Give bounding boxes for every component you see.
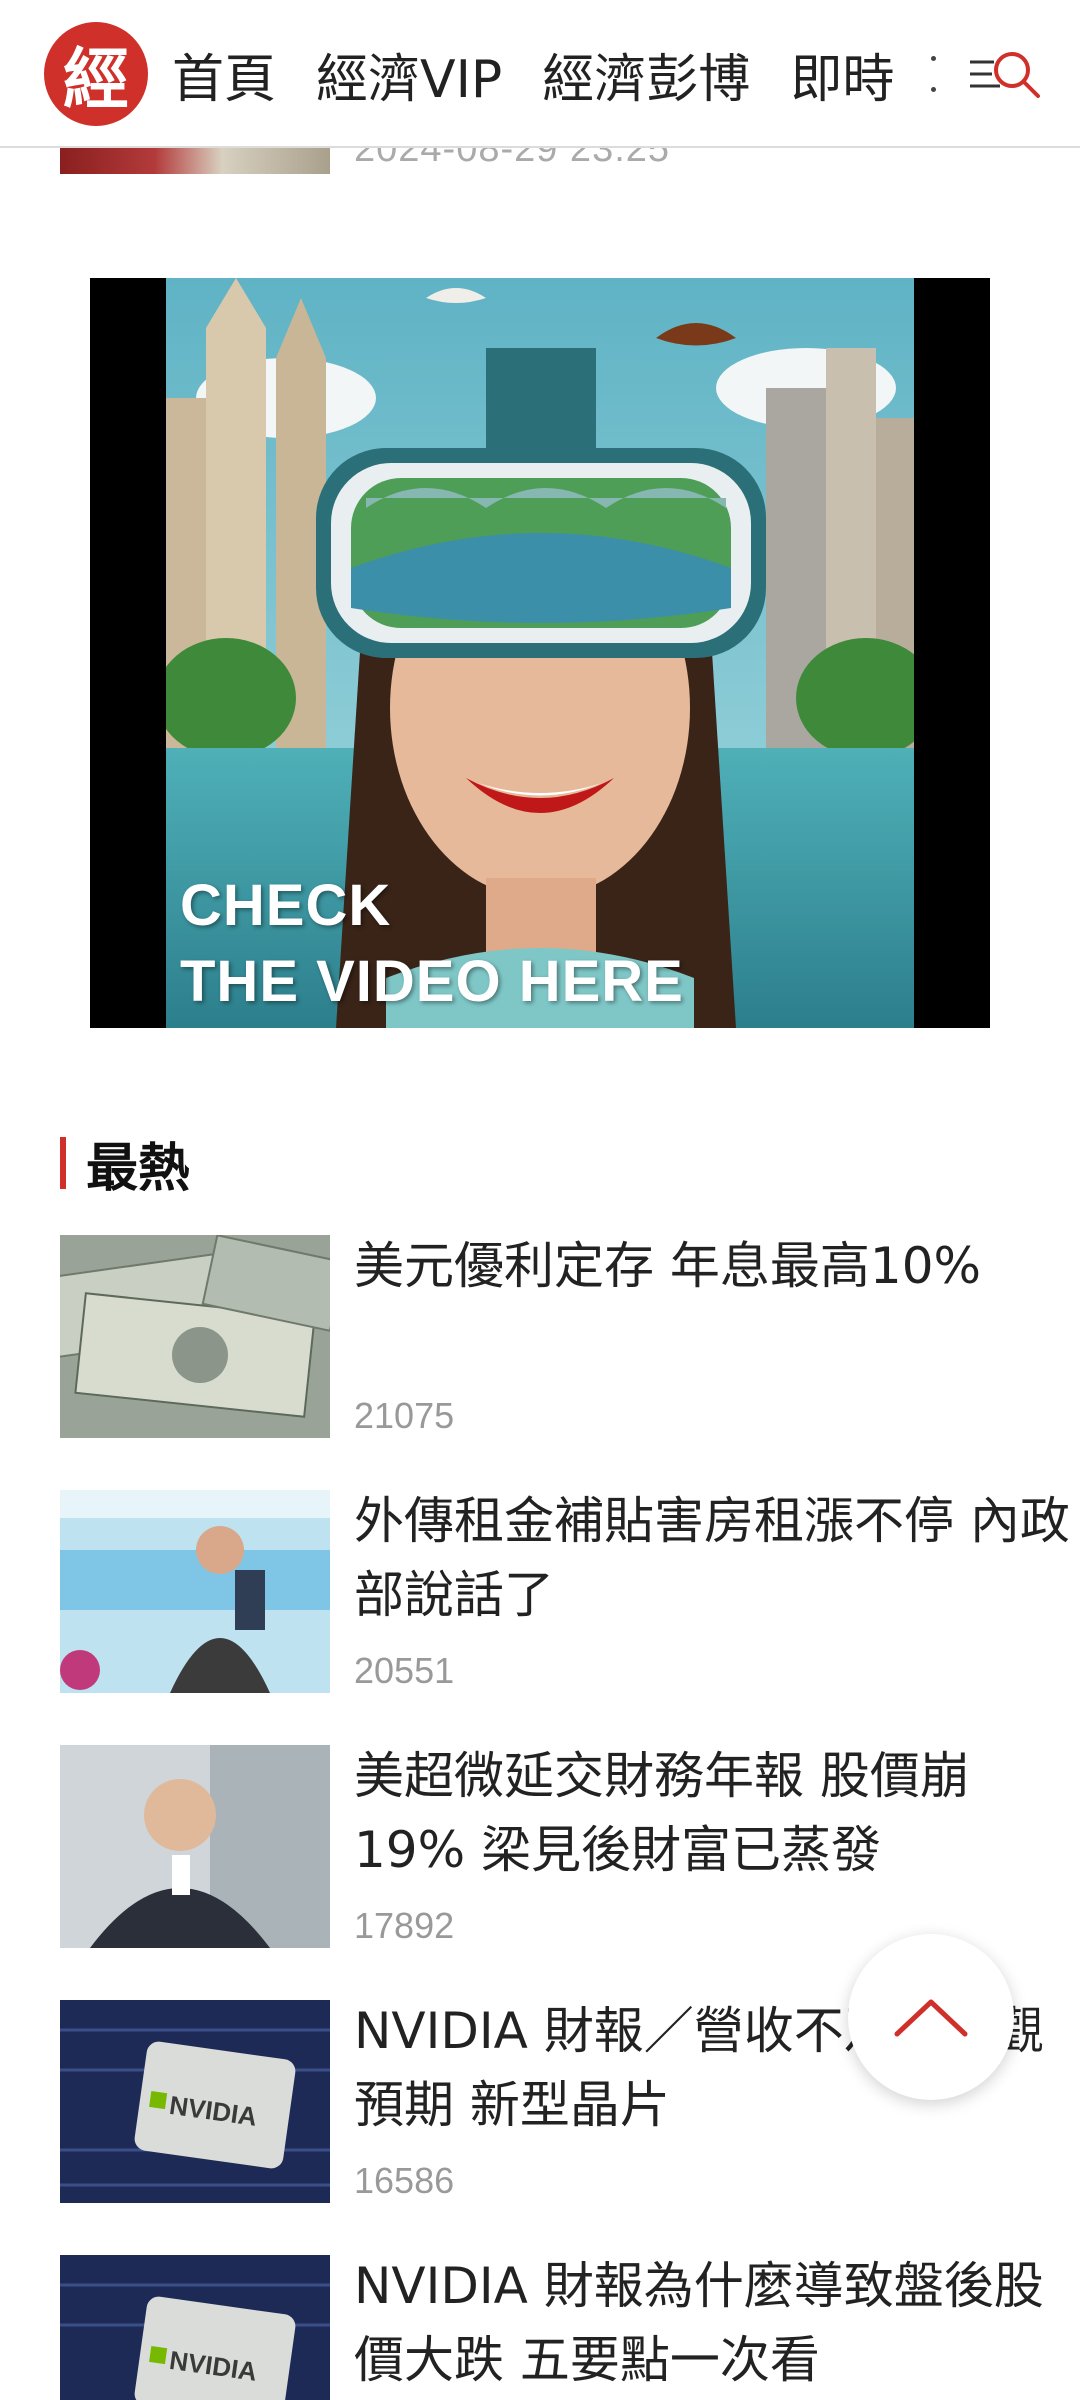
nav-overflow-dots bbox=[930, 56, 936, 92]
logo[interactable]: 經 bbox=[44, 22, 148, 126]
article-title[interactable]: 美超微延交財務年報 股價崩19% 梁見後財富已蒸發 bbox=[354, 1739, 1074, 1887]
list-item[interactable]: 外傳租金補貼害房租漲不停 內政部說話了 20551 bbox=[60, 1490, 1070, 1745]
article-thumbnail[interactable] bbox=[60, 1490, 330, 1693]
nav-item-vip[interactable]: 經濟VIP bbox=[316, 37, 502, 112]
menu-search-icon[interactable] bbox=[966, 44, 1046, 104]
list-item[interactable]: NVIDIA NVIDIA 財報為什麼導致盤後股價大跌 五要點一次看 bbox=[60, 2255, 1044, 2400]
ad-caption-line-1: CHECK bbox=[180, 873, 392, 938]
nav-item-bloomberg[interactable]: 經濟彭博 bbox=[542, 37, 750, 112]
article-title[interactable]: 外傳租金補貼害房租漲不停 內政部說話了 bbox=[354, 1484, 1074, 1632]
article-title[interactable]: NVIDIA 財報為什麼導致盤後股價大跌 五要點一次看 bbox=[354, 2249, 1074, 2397]
section-header-hot: 最熱 bbox=[60, 1135, 190, 1199]
list-item[interactable]: 美元優利定存 年息最高10% 21075 bbox=[60, 1235, 1020, 1490]
hot-article-list: 美元優利定存 年息最高10% 21075 外傳租金補貼害房租漲不停 內政部說話了… bbox=[60, 1235, 1070, 2400]
nav-item-home[interactable]: 首頁 bbox=[172, 37, 276, 112]
view-count: 17892 bbox=[354, 1905, 455, 1946]
back-to-top-button[interactable] bbox=[848, 1934, 1014, 2100]
nav-item-realtime[interactable]: 即時 bbox=[790, 37, 894, 112]
view-count: 21075 bbox=[354, 1395, 455, 1436]
section-accent-bar bbox=[60, 1137, 66, 1189]
ad-caption: CHECK THE VIDEO HERE bbox=[180, 868, 684, 1020]
ad-caption-line-2: THE VIDEO HERE bbox=[180, 949, 684, 1014]
chevron-up-icon bbox=[894, 1999, 968, 2037]
article-title[interactable]: 美元優利定存 年息最高10% bbox=[354, 1229, 1074, 1303]
view-count: 16586 bbox=[354, 2160, 455, 2201]
article-thumbnail[interactable] bbox=[60, 1235, 330, 1438]
view-count: 20551 bbox=[354, 1650, 455, 1691]
article-thumbnail[interactable]: NVIDIA bbox=[60, 2000, 330, 2203]
article-thumbnail[interactable] bbox=[60, 1745, 330, 1948]
video-ad[interactable]: CHECK THE VIDEO HERE bbox=[90, 278, 990, 1028]
page: 經 首頁 經濟VIP 經濟彭博 即時 2024-08-29 23:25 CHEC… bbox=[0, 0, 1080, 2400]
nav-bar: 首頁 經濟VIP 經濟彭博 即時 bbox=[172, 30, 894, 118]
section-title: 最熱 bbox=[86, 1138, 191, 1199]
previous-article-thumbnail[interactable] bbox=[60, 148, 330, 174]
top-header: 經 首頁 經濟VIP 經濟彭博 即時 bbox=[0, 0, 1080, 148]
article-thumbnail[interactable]: NVIDIA bbox=[60, 2255, 330, 2400]
